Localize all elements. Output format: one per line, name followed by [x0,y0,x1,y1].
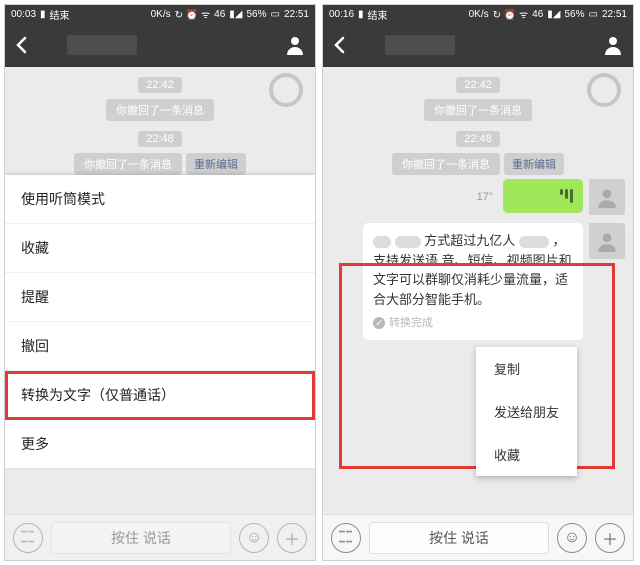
popup-favorite[interactable]: 收藏 [476,433,577,476]
emoji-icon[interactable]: ☺ [557,523,587,553]
status-end: 结束 [50,7,70,22]
recall-notice-reedit: 你撤回了一条消息 重新编辑 [323,153,633,175]
status-battery: 56% [565,9,585,20]
float-ring-icon [269,73,303,107]
voice-message-row: 17'' [323,175,633,219]
keyboard-toggle-icon[interactable]: ┅┅┅┅ [13,523,43,553]
menu-convert-to-text[interactable]: 转换为文字（仅普通话） [5,371,315,420]
status-battery: 56% [247,9,267,20]
status-time: 00:16 [329,9,354,20]
chat-body: 22:42 你撤回了一条消息 22:48 你撤回了一条消息 重新编辑 17'' [5,67,315,514]
menu-favorite[interactable]: 收藏 [5,224,315,273]
timestamp: 22:48 [456,131,500,147]
input-bar: ┅┅┅┅ 按住 说话 ☺ ＋ [323,514,633,560]
plus-icon[interactable]: ＋ [277,523,307,553]
redacted-segment [519,236,549,248]
avatar[interactable] [589,179,625,215]
reedit-link[interactable]: 重新编辑 [186,153,246,175]
recall-notice: 你撤回了一条消息 [323,99,633,121]
back-icon[interactable] [333,36,347,54]
status-bar: 00:16 ▮ 结束 0K/s ↻ ⏰ ᯤ 46 ▮◢ 56% ▭ 22:51 [323,5,633,23]
hold-to-talk-button[interactable]: 按住 说话 [369,522,549,554]
status-bar: 00:03 ▮ 结束 0K/s ↻ ⏰ ᯤ 46 ▮◢ 56% ▭ 22:51 [5,5,315,23]
menu-remind[interactable]: 提醒 [5,273,315,322]
chat-body: 22:42 你撤回了一条消息 22:48 你撤回了一条消息 重新编辑 17'' [323,67,633,514]
redacted-segment [373,236,391,248]
chat-header [5,23,315,67]
hold-to-talk-button[interactable]: 按住 说话 [51,522,231,554]
recall-notice-reedit: 你撤回了一条消息 重新编辑 [5,153,315,175]
status-end: 结束 [368,7,388,22]
menu-more[interactable]: 更多 [5,420,315,468]
status-net: 0K/s [469,9,489,20]
phone-left: 00:03 ▮ 结束 0K/s ↻ ⏰ ᯤ 46 ▮◢ 56% ▭ 22:51 … [4,4,316,561]
chat-header [323,23,633,67]
chat-title-redacted [67,35,137,55]
status-clock: 22:51 [284,9,309,20]
voice-duration: 17'' [477,191,493,203]
popup-copy[interactable]: 复制 [476,347,577,390]
text-context-popup: 复制 发送给朋友 收藏 [476,347,577,476]
recall-notice: 你撤回了一条消息 [5,99,315,121]
profile-icon[interactable] [603,35,623,55]
voice-bubble[interactable] [503,179,583,213]
phone-right: 00:16 ▮ 结束 0K/s ↻ ⏰ ᯤ 46 ▮◢ 56% ▭ 22:51 … [322,4,634,561]
timestamp: 22:48 [138,131,182,147]
profile-icon[interactable] [285,35,305,55]
timestamp: 22:42 [138,77,182,93]
status-time: 00:03 [11,9,36,20]
menu-recall[interactable]: 撤回 [5,322,315,371]
status-net: 0K/s [151,9,171,20]
input-bar: ┅┅┅┅ 按住 说话 ☺ ＋ [5,514,315,560]
avatar[interactable] [589,223,625,259]
menu-earpiece[interactable]: 使用听筒模式 [5,175,315,224]
popup-forward[interactable]: 发送给朋友 [476,390,577,433]
chat-title-redacted [385,35,455,55]
keyboard-toggle-icon[interactable]: ┅┅┅┅ [331,523,361,553]
voice-wave-icon [560,189,573,203]
status-clock: 22:51 [602,9,627,20]
timestamp: 22:42 [456,77,500,93]
back-icon[interactable] [15,36,29,54]
float-ring-icon [587,73,621,107]
plus-icon[interactable]: ＋ [595,523,625,553]
reedit-link[interactable]: 重新编辑 [504,153,564,175]
emoji-icon[interactable]: ☺ [239,523,269,553]
redacted-segment [395,236,421,248]
voice-context-menu: 使用听筒模式 收藏 提醒 撤回 转换为文字（仅普通话） 更多 [5,175,315,468]
